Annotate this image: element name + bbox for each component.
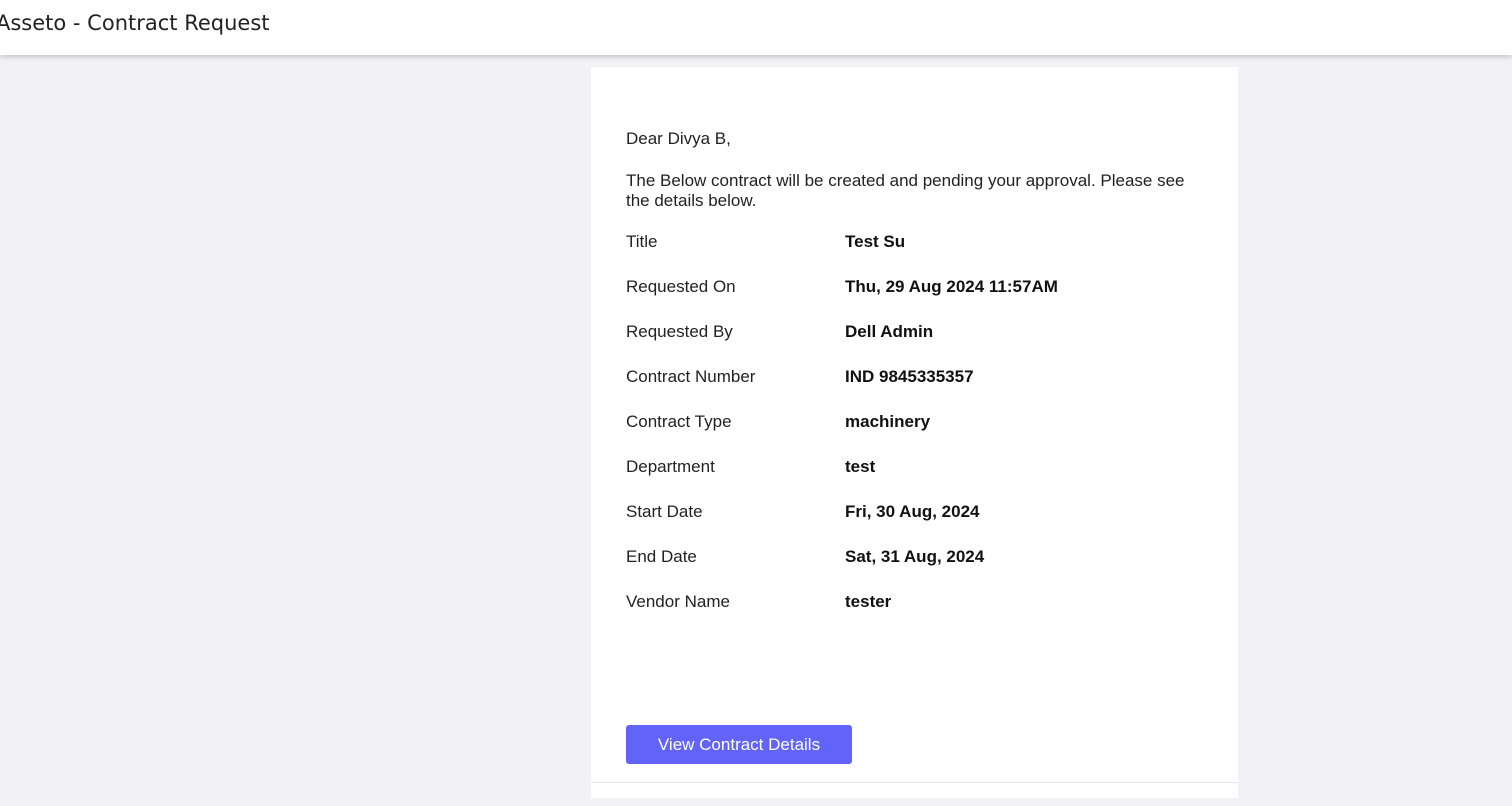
card-divider	[591, 782, 1238, 783]
detail-label: Contract Number	[626, 367, 756, 386]
detail-row-contract-number: Contract Number IND 9845335357	[626, 367, 1206, 412]
email-card: Dear Divya B, The Below contract will be…	[591, 67, 1238, 798]
detail-value: machinery	[845, 412, 931, 431]
detail-value: tester	[845, 592, 892, 611]
greeting: Dear Divya B,	[626, 129, 731, 148]
detail-row-start-date: Start Date Fri, 30 Aug, 2024	[626, 502, 1206, 547]
detail-row-department: Department test	[626, 457, 1206, 502]
detail-label: Vendor Name	[626, 592, 730, 611]
detail-label: Start Date	[626, 502, 703, 521]
detail-row-requested-on: Requested On Thu, 29 Aug 2024 11:57AM	[626, 277, 1206, 322]
detail-value: test	[845, 457, 876, 476]
detail-row-contract-type: Contract Type machinery	[626, 412, 1206, 457]
detail-value: Fri, 30 Aug, 2024	[845, 502, 980, 521]
detail-label: Requested On	[626, 277, 736, 296]
top-bar: Asseto - Contract Request	[0, 0, 1512, 55]
detail-label: End Date	[626, 547, 697, 566]
detail-value: Thu, 29 Aug 2024 11:57AM	[845, 277, 1058, 296]
page-title: Asseto - Contract Request	[0, 11, 270, 35]
intro-text: The Below contract will be created and p…	[626, 171, 1185, 210]
detail-label: Contract Type	[626, 412, 732, 431]
detail-row-end-date: End Date Sat, 31 Aug, 2024	[626, 547, 1206, 592]
detail-value: Sat, 31 Aug, 2024	[845, 547, 985, 566]
detail-label: Department	[626, 457, 715, 476]
detail-label: Requested By	[626, 322, 733, 341]
detail-value: IND 9845335357	[845, 367, 974, 386]
detail-row-requested-by: Requested By Dell Admin	[626, 322, 1206, 367]
detail-label: Title	[626, 232, 658, 251]
detail-row-title: Title Test Su	[626, 232, 1206, 277]
detail-value: Test Su	[845, 232, 906, 251]
detail-value: Dell Admin	[845, 322, 934, 341]
view-contract-details-button[interactable]: View Contract Details	[626, 725, 852, 764]
contract-details: Title Test Su Requested On Thu, 29 Aug 2…	[626, 232, 1206, 637]
detail-row-vendor-name: Vendor Name tester	[626, 592, 1206, 637]
